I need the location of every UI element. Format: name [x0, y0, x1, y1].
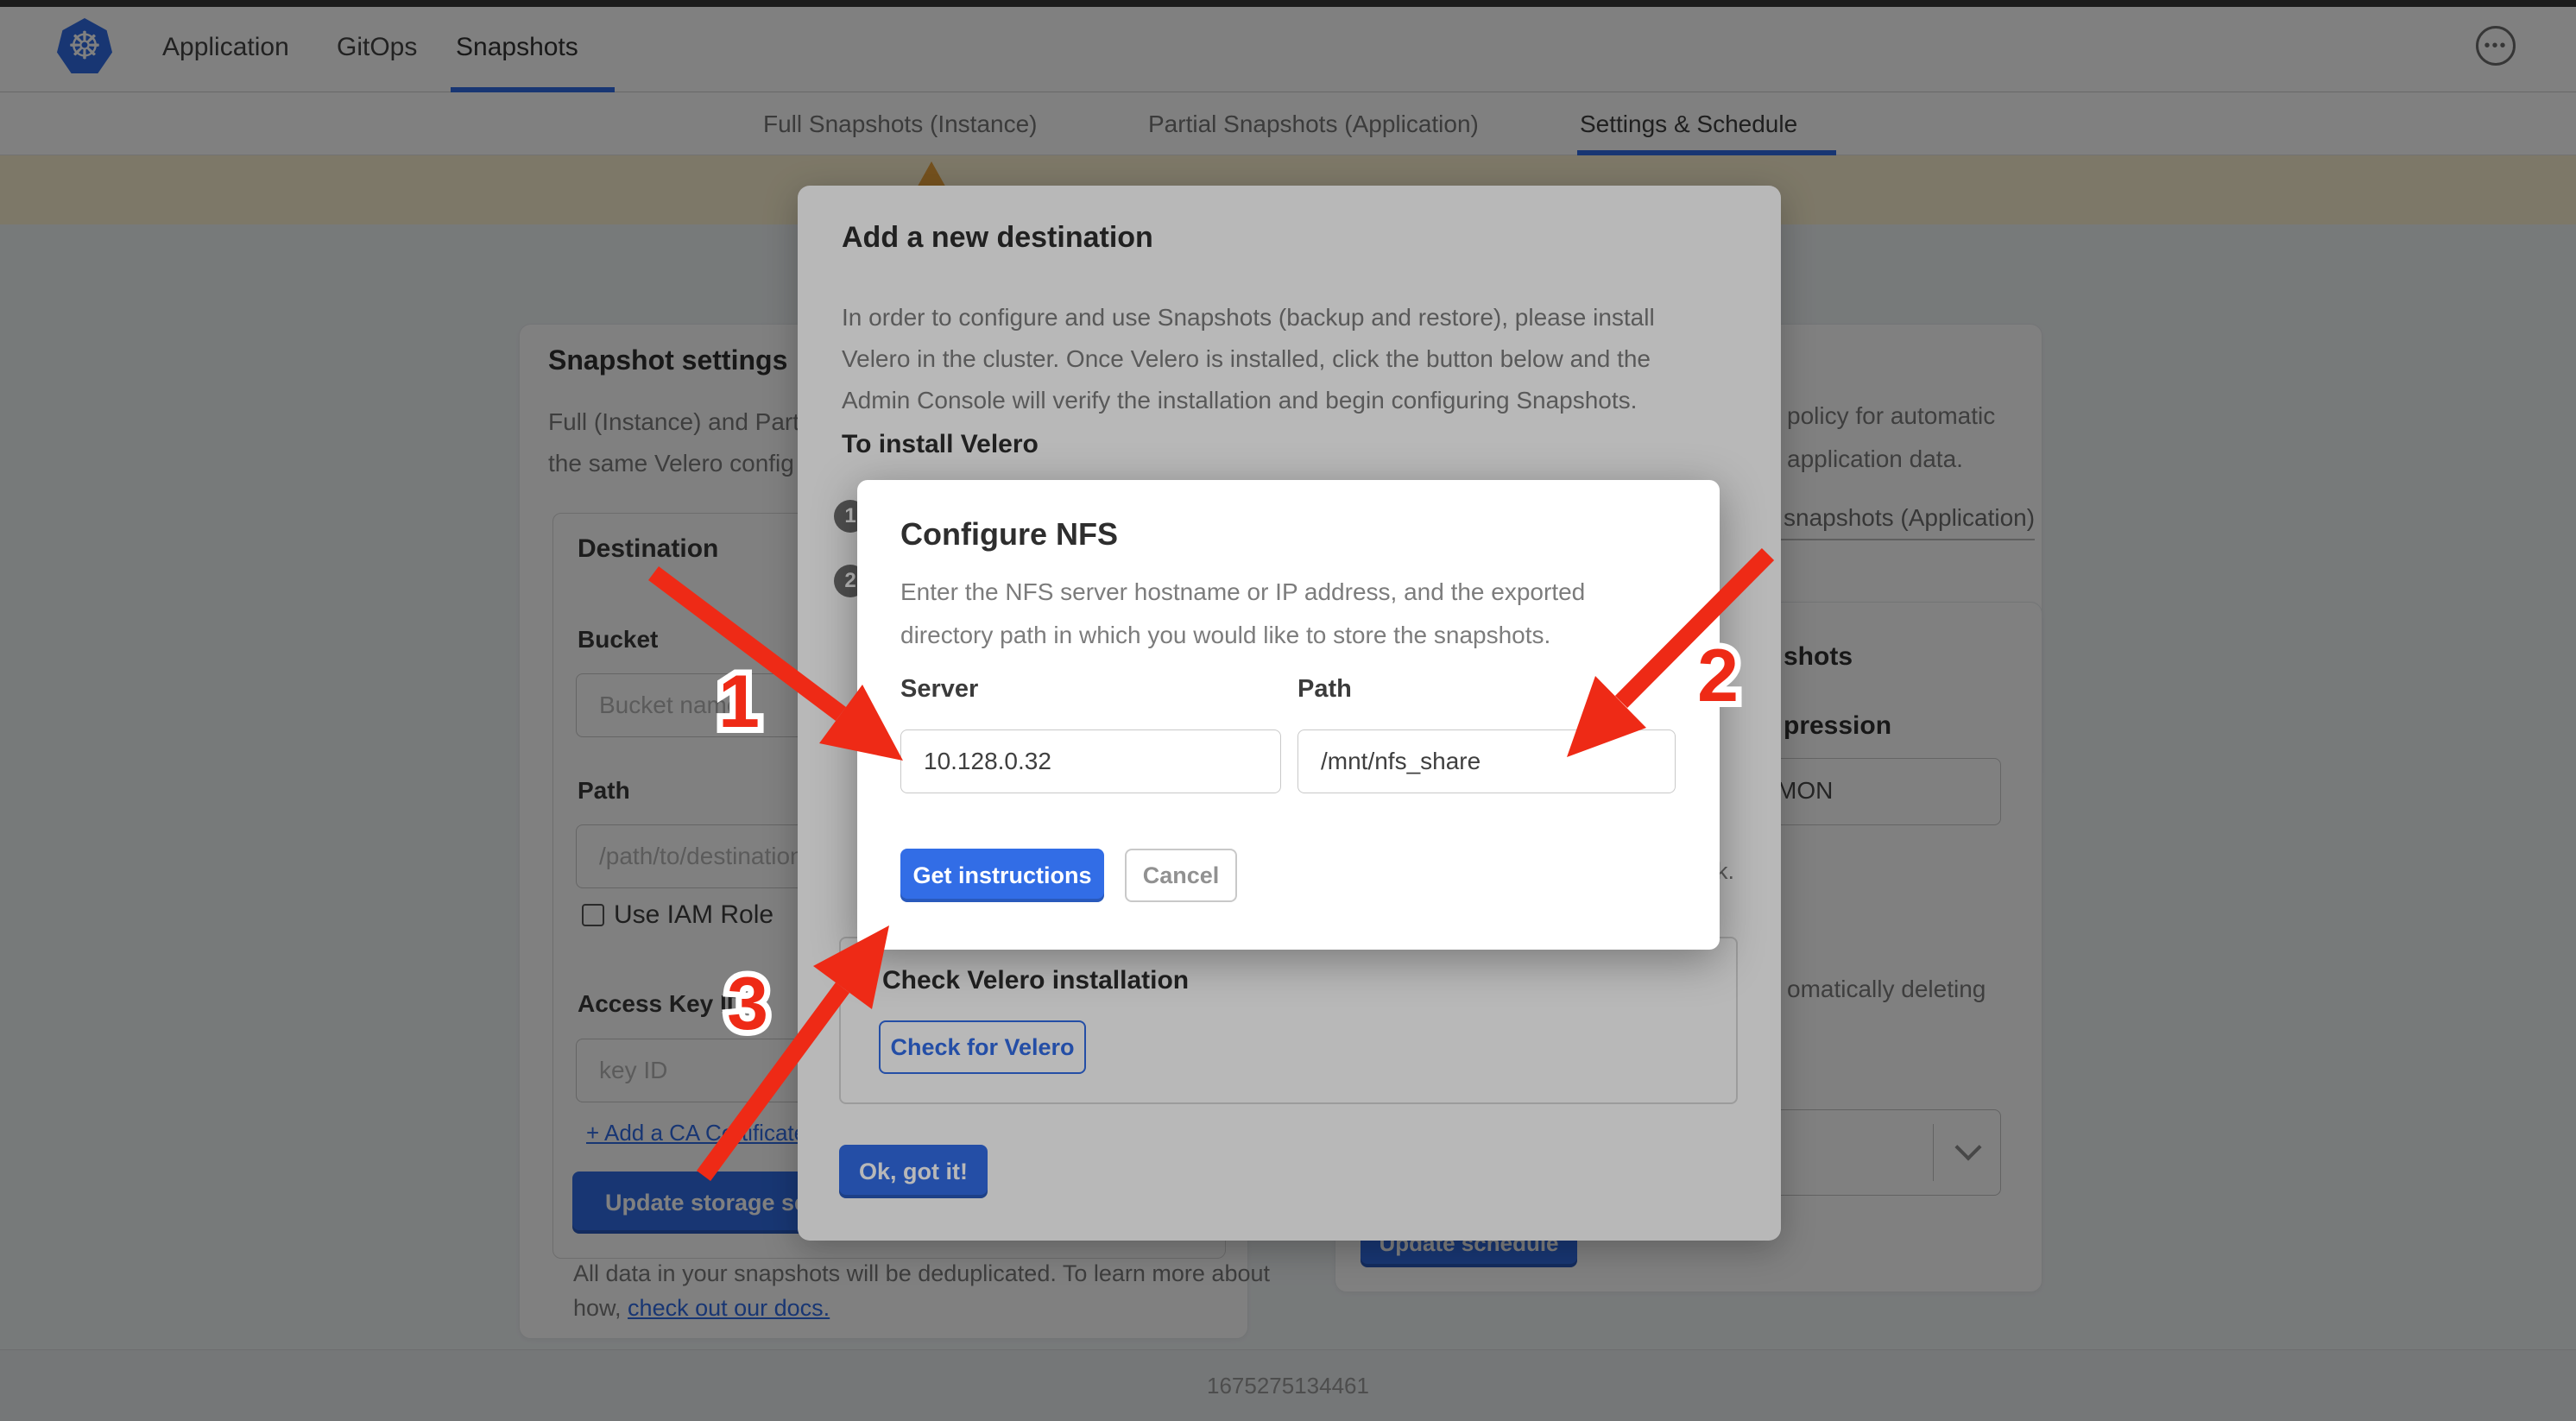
cancel-button[interactable]: Cancel	[1125, 849, 1237, 902]
configure-nfs-title: Configure NFS	[900, 516, 1118, 553]
configure-nfs-body2: directory path in which you would like t…	[900, 622, 1550, 649]
configure-nfs-body1: Enter the NFS server hostname or IP addr…	[900, 578, 1585, 606]
nfs-path-label: Path	[1297, 675, 1352, 704]
nfs-path-input[interactable]	[1297, 729, 1676, 793]
get-instructions-button[interactable]: Get instructions	[900, 849, 1104, 902]
screen: ☸ Application GitOps Snapshots ••• Full …	[0, 0, 2576, 1421]
configure-nfs-modal: Configure NFS Enter the NFS server hostn…	[857, 480, 1720, 950]
server-label: Server	[900, 675, 978, 704]
server-input[interactable]	[900, 729, 1281, 793]
